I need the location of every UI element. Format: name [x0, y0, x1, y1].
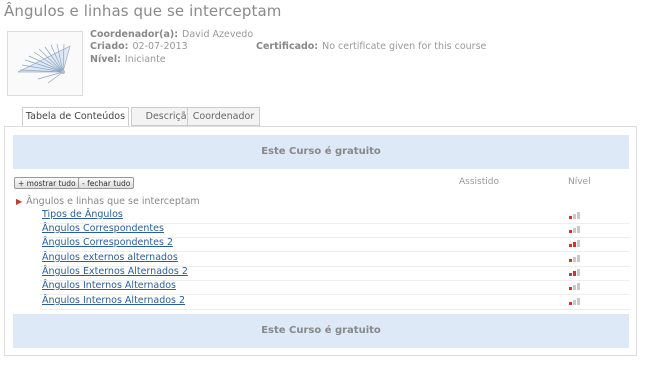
- certificate-value: No certificate given for this course: [322, 41, 487, 52]
- level-indicator-icon: [569, 212, 583, 219]
- level-indicator-icon: [569, 283, 583, 290]
- tab-coordinator[interactable]: Coordenador: [187, 107, 260, 126]
- lesson-row: Ângulos Internos Alternados: [40, 280, 630, 295]
- lesson-row: Ângulos Correspondentes 2: [40, 237, 630, 252]
- level-value: Iniciante: [124, 54, 166, 65]
- lesson-row: Tipos de Ângulos: [40, 209, 630, 224]
- free-course-banner-top: Este Curso é gratuito: [13, 135, 629, 169]
- level-indicator-icon: [569, 226, 583, 233]
- lesson-link[interactable]: Ângulos Externos Alternados 2: [42, 266, 188, 277]
- level-bar: [569, 302, 572, 305]
- certificate-line: Certificado: No certificate given for thi…: [256, 41, 486, 52]
- level-indicator-icon: [569, 240, 583, 247]
- collapse-all-button[interactable]: - fechar tudo: [78, 177, 135, 189]
- level-bar: [569, 287, 572, 290]
- level-bar: [577, 226, 580, 233]
- level-bar: [577, 240, 580, 247]
- protractor-image: [17, 43, 71, 84]
- level-label: Nível:: [90, 54, 121, 65]
- expand-all-button[interactable]: + mostrar tudo: [14, 177, 80, 189]
- caret-right-icon[interactable]: ▶: [16, 197, 22, 206]
- contents-panel: Este Curso é gratuito + mostrar tudo - f…: [4, 126, 637, 356]
- lesson-row: Ângulos Internos Alternados 2: [40, 295, 630, 310]
- lesson-link[interactable]: Ângulos Internos Alternados 2: [42, 295, 185, 306]
- lesson-link[interactable]: Ângulos externos alternados: [42, 252, 178, 263]
- level-indicator-icon: [569, 298, 583, 305]
- coordinator-label: Coordenador(a):: [90, 29, 179, 40]
- lesson-link[interactable]: Ângulos Correspondentes 2: [42, 237, 173, 248]
- created-value: 02-07-2013: [132, 41, 188, 52]
- section-header[interactable]: ▶ Ângulos e linhas que se interceptam: [16, 196, 200, 207]
- level-bar: [577, 255, 580, 262]
- level-indicator-icon: [569, 269, 583, 276]
- level-bar: [577, 212, 580, 219]
- level-bar: [573, 300, 576, 305]
- lesson-row: Ângulos externos alternados: [40, 252, 630, 267]
- level-bar: [569, 244, 572, 247]
- level-bar: [577, 298, 580, 305]
- lesson-link[interactable]: Ângulos Internos Alternados: [42, 280, 176, 291]
- free-course-banner-bottom: Este Curso é gratuito: [13, 314, 629, 348]
- level-bar: [573, 228, 576, 233]
- level-bar: [573, 214, 576, 219]
- level-bar: [569, 259, 572, 262]
- created-line: Criado: 02-07-2013: [90, 41, 188, 52]
- level-bar: [573, 257, 576, 262]
- level-bar: [573, 285, 576, 290]
- lesson-link[interactable]: Tipos de Ângulos: [42, 209, 123, 220]
- level-bar: [573, 242, 576, 247]
- lesson-link[interactable]: Ângulos Correspondentes: [42, 223, 164, 234]
- level-bar: [569, 230, 572, 233]
- level-bar: [577, 269, 580, 276]
- coordinator-line: Coordenador(a): David Azevedo: [90, 29, 253, 40]
- level-bar: [577, 283, 580, 290]
- created-label: Criado:: [90, 41, 129, 52]
- page-title: Ângulos e linhas que se interceptam: [4, 2, 282, 20]
- level-line: Nível: Iniciante: [90, 54, 166, 65]
- level-indicator-icon: [569, 255, 583, 262]
- watched-column-header: Assistido: [459, 177, 499, 187]
- tab-table-of-contents[interactable]: Tabela de Conteúdos: [22, 107, 129, 127]
- lesson-row: Ângulos Externos Alternados 2: [40, 266, 630, 281]
- level-column-header: Nível: [568, 177, 591, 187]
- level-bar: [569, 216, 572, 219]
- lesson-row: Ângulos Correspondentes: [40, 223, 630, 238]
- level-bar: [569, 273, 572, 276]
- certificate-label: Certificado:: [256, 41, 319, 52]
- section-title: Ângulos e linhas que se interceptam: [26, 196, 200, 207]
- coordinator-value: David Azevedo: [182, 29, 254, 40]
- level-bar: [573, 271, 576, 276]
- course-thumbnail: [7, 31, 83, 96]
